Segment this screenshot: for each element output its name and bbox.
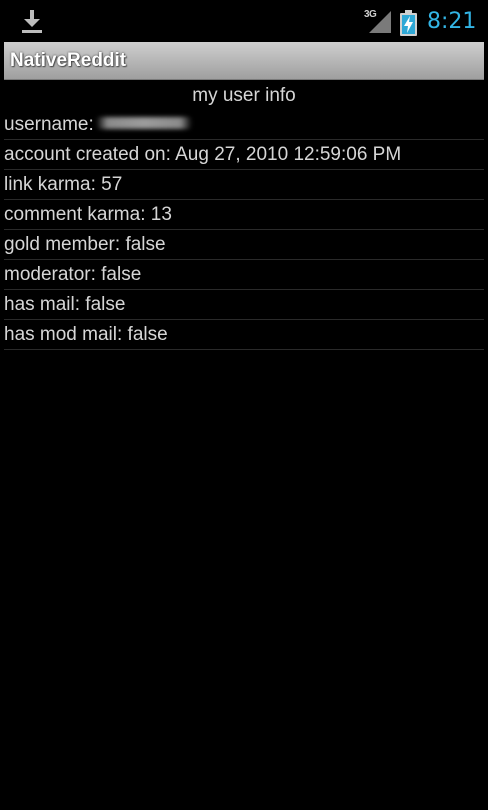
clock: 8:21 <box>427 9 477 34</box>
has-mail-row: has mail: false <box>4 290 484 320</box>
download-icon[interactable] <box>20 10 44 34</box>
section-title: my user info <box>192 85 296 106</box>
battery-charging-icon <box>400 10 417 36</box>
moderator-row: moderator: false <box>4 260 484 290</box>
gold-member-row: gold member: false <box>4 230 484 260</box>
account-created-row: account created on: Aug 27, 2010 12:59:0… <box>4 140 484 170</box>
redacted-username <box>95 117 192 130</box>
user-info-list: username: account created on: Aug 27, 20… <box>4 110 484 350</box>
username-label: username: <box>4 114 94 135</box>
comment-karma-row: comment karma: 13 <box>4 200 484 230</box>
app-title: NativeReddit <box>10 50 127 71</box>
link-karma-row: link karma: 57 <box>4 170 484 200</box>
network-type-label: 3G <box>364 9 377 20</box>
app-title-bar: NativeReddit <box>4 42 484 80</box>
status-bar: 3G 8:21 <box>0 0 488 42</box>
username-row: username: <box>4 110 484 140</box>
has-mod-mail-row: has mod mail: false <box>4 320 484 350</box>
